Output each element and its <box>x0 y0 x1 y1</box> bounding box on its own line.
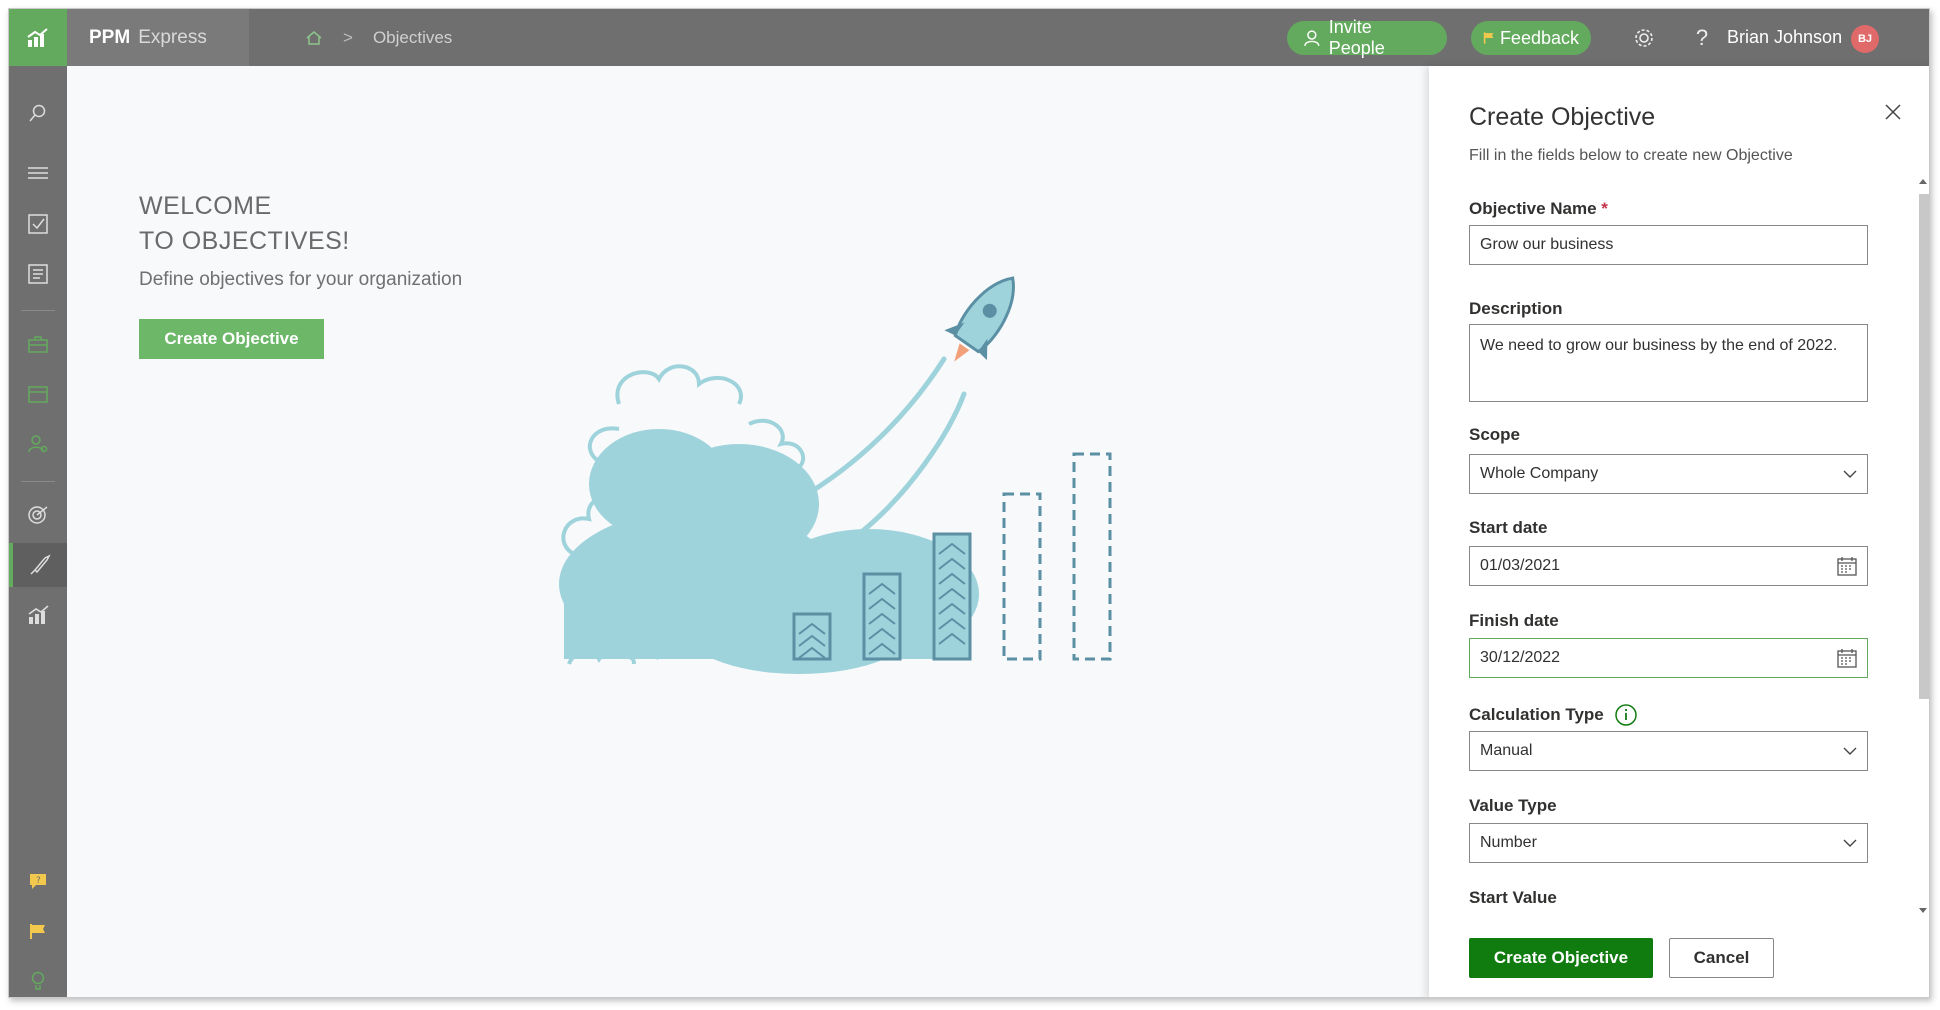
chevron-down-icon <box>1843 839 1857 847</box>
welcome-block: WELCOME TO OBJECTIVES! Define objectives… <box>139 189 462 291</box>
chevron-right-icon: > <box>343 27 353 47</box>
scrollbar-thumb[interactable] <box>1919 194 1929 699</box>
description-value: We need to grow our business by the end … <box>1480 337 1838 354</box>
target-icon[interactable] <box>9 493 67 537</box>
svg-text:?: ? <box>36 876 41 886</box>
objective-name-value: Grow our business <box>1480 236 1614 253</box>
user-name[interactable]: Brian Johnson <box>1727 9 1842 66</box>
scope-label: Scope <box>1469 425 1521 444</box>
analytics-chart-icon[interactable] <box>9 593 67 637</box>
document-icon[interactable] <box>9 252 67 296</box>
avatar[interactable]: BJ <box>1851 25 1879 53</box>
rocket-illustration <box>559 276 1112 674</box>
calendar-icon[interactable] <box>1837 556 1857 576</box>
chevron-down-icon <box>1843 747 1857 755</box>
feedback-button[interactable]: Feedback <box>1471 21 1591 55</box>
scope-value: Whole Company <box>1480 465 1599 482</box>
top-bar: PPM Express > Objectives Invite People F… <box>9 9 1929 66</box>
description-textarea[interactable]: We need to grow our business by the end … <box>1469 324 1868 402</box>
breadcrumb-current: Objectives <box>372 27 453 47</box>
start-date-input[interactable]: 01/03/2021 <box>1469 546 1868 586</box>
breadcrumb: > Objectives <box>305 9 452 66</box>
value-type-value: Number <box>1480 834 1537 851</box>
calculation-type-value: Manual <box>1480 742 1533 759</box>
create-objective-panel: Create Objective Fill in the fields belo… <box>1429 66 1930 997</box>
start-value-label: Start Value <box>1469 888 1557 907</box>
close-icon[interactable] <box>1879 98 1907 126</box>
briefcase-icon[interactable] <box>9 322 67 366</box>
create-objective-submit-button[interactable]: Create Objective <box>1469 938 1653 978</box>
brand[interactable]: PPM Express <box>67 9 249 66</box>
value-type-select[interactable]: Number <box>1469 823 1868 863</box>
welcome-line2: TO OBJECTIVES! <box>139 227 350 255</box>
feedback-label: Feedback <box>1499 27 1579 48</box>
panel-title: Create Objective <box>1469 103 1656 131</box>
info-icon[interactable] <box>1614 703 1638 727</box>
objective-name-label-text: Objective Name <box>1469 199 1597 218</box>
nav-divider <box>21 310 55 311</box>
cancel-button[interactable]: Cancel <box>1669 938 1774 978</box>
start-date-value: 01/03/2021 <box>1480 557 1561 574</box>
create-objective-button[interactable]: Create Objective <box>139 319 324 359</box>
objective-name-input[interactable]: Grow our business <box>1469 225 1868 265</box>
app-logo[interactable] <box>9 9 67 66</box>
finish-date-value: 30/12/2022 <box>1480 649 1561 666</box>
search-icon[interactable] <box>9 91 67 135</box>
calculation-type-label-text: Calculation Type <box>1469 705 1604 724</box>
required-marker: * <box>1601 199 1608 218</box>
help-icon[interactable]: ? <box>1689 25 1715 51</box>
calendar-nav-icon[interactable] <box>9 372 67 416</box>
lightbulb-icon[interactable] <box>9 959 67 997</box>
brand-sub: Express <box>138 26 207 48</box>
start-date-label: Start date <box>1469 518 1548 537</box>
chart-logo-icon <box>27 27 48 47</box>
welcome-subtitle: Define objectives for your organization <box>139 269 463 290</box>
objectives-rocket-icon[interactable] <box>9 543 67 587</box>
brand-name: PPM <box>89 26 131 48</box>
resource-person-icon[interactable] <box>9 422 67 466</box>
scope-select[interactable]: Whole Company <box>1469 454 1868 494</box>
scroll-up-arrow-icon[interactable] <box>1916 176 1930 186</box>
tasks-checkbox-icon[interactable] <box>9 202 67 246</box>
home-icon[interactable] <box>305 29 323 47</box>
description-label: Description <box>1469 299 1563 318</box>
settings-gear-icon[interactable] <box>1631 25 1657 51</box>
menu-icon[interactable] <box>9 151 67 195</box>
scroll-down-arrow-icon[interactable] <box>1916 906 1930 916</box>
welcome-line1: WELCOME <box>139 192 272 220</box>
invite-people-button[interactable]: Invite People <box>1287 17 1447 58</box>
panel-subtitle: Fill in the fields below to create new O… <box>1469 147 1793 164</box>
finish-date-label: Finish date <box>1469 611 1559 630</box>
left-navigation: ? <box>9 66 67 997</box>
finish-date-input[interactable]: 30/12/2022 <box>1469 638 1868 678</box>
calculation-type-select[interactable]: Manual <box>1469 731 1868 771</box>
calendar-icon[interactable] <box>1837 648 1857 668</box>
calculation-type-label: Calculation Type <box>1469 703 1638 727</box>
nav-divider <box>21 481 55 482</box>
invite-label: Invite People <box>1328 17 1385 58</box>
flag-icon <box>1483 32 1494 44</box>
objective-name-label: Objective Name * <box>1469 199 1608 219</box>
chevron-down-icon <box>1843 470 1857 478</box>
chat-question-icon[interactable]: ? <box>9 859 67 903</box>
person-icon <box>1304 30 1320 47</box>
app-window: PPM Express > Objectives Invite People F… <box>8 8 1930 998</box>
value-type-label: Value Type <box>1469 796 1557 815</box>
feedback-flag-icon[interactable] <box>9 909 67 953</box>
